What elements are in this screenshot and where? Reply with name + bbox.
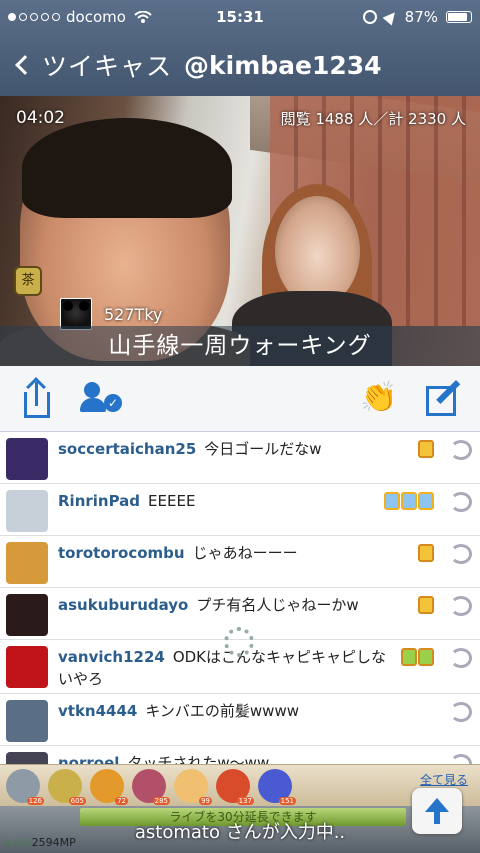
level-badges — [418, 596, 434, 614]
reply-icon[interactable] — [450, 754, 472, 764]
reply-icon[interactable] — [450, 702, 472, 722]
daruma-gift-icon[interactable]: 137 — [216, 768, 254, 805]
see-all-link[interactable]: 全て見る — [420, 771, 468, 788]
scroll-top-button[interactable] — [412, 788, 462, 834]
broadcaster-name: 527Tky — [104, 304, 163, 324]
comment-username[interactable]: norroel — [58, 754, 119, 764]
comment-body: vtkn4444 キンバエの前髪wwww — [58, 700, 388, 722]
badge-icon — [384, 492, 400, 510]
badge-icon — [401, 648, 417, 666]
video-person-1-hair — [22, 118, 232, 218]
view-count: 閲覧 1488 人／計 2330 人 — [280, 110, 466, 128]
video-person-2-face — [275, 196, 360, 306]
badge-icon — [418, 544, 434, 562]
share-button[interactable] — [22, 377, 52, 418]
user-check-icon — [84, 382, 100, 398]
level-badges — [384, 492, 434, 510]
comment-username[interactable]: soccertaichan25 — [58, 440, 196, 458]
comment-username[interactable]: asukuburudayo — [58, 596, 188, 614]
comment-body: torotorocombu じゃあねーーー — [58, 542, 388, 564]
comment-avatar[interactable] — [6, 438, 48, 480]
clap-icon: 👏 — [360, 380, 398, 415]
star-icon: ☆☆☆ — [2, 836, 32, 849]
elapsed-time: 04:02 — [16, 108, 65, 128]
gift-count: 99 — [199, 796, 212, 805]
tea-gift-icon[interactable]: 茶 — [14, 266, 42, 296]
comment-username[interactable]: RinrinPad — [58, 492, 140, 510]
badge-icon — [418, 596, 434, 614]
battery-icon — [446, 11, 472, 23]
video-player[interactable]: 04:02 閲覧 1488 人／計 2330 人 茶 527Tky 山手線一周ウ… — [0, 96, 480, 366]
gift-count: 72 — [115, 796, 128, 805]
comment-avatar[interactable] — [6, 490, 48, 532]
cupcake-gift-icon[interactable]: 285 — [132, 768, 170, 805]
reply-icon[interactable] — [450, 596, 472, 616]
app: docomo 15:31 87% ツイキャス @kimbae1234 04:02… — [0, 0, 480, 853]
comment-row[interactable]: vtkn4444 キンバエの前髪wwww — [0, 694, 480, 746]
comment-text: じゃあねーーー — [192, 544, 298, 562]
comment-body: vanvich1224 ODKはこんなキャピキャピしないやろ — [58, 646, 388, 690]
comment-body: soccertaichan25 今日ゴールだなw — [58, 438, 388, 460]
mp-points: ☆☆☆2594MP — [2, 836, 76, 849]
coin-gift-icon[interactable]: 126 — [6, 768, 44, 805]
comment-row[interactable]: soccertaichan25 今日ゴールだなw — [0, 432, 480, 484]
comment-list[interactable]: soccertaichan25 今日ゴールだなw RinrinPad EEEEE tor… — [0, 432, 480, 764]
level-badges — [418, 440, 434, 458]
reply-icon[interactable] — [450, 544, 472, 564]
comment-row[interactable]: RinrinPad EEEEE — [0, 484, 480, 536]
comment-avatar[interactable] — [6, 542, 48, 584]
follow-button[interactable]: ✓ — [80, 380, 124, 416]
comment-avatar[interactable] — [6, 700, 48, 742]
live-title: 山手線一周ウォーキング — [0, 326, 480, 366]
page-title: @kimbae1234 — [184, 50, 382, 80]
gift-count: 137 — [236, 796, 254, 805]
comment-text: プチ有名人じゃねーかw — [196, 596, 359, 614]
reply-icon[interactable] — [450, 440, 472, 460]
top-bar: docomo 15:31 87% ツイキャス @kimbae1234 — [0, 0, 480, 96]
comment-body: asukuburudayo プチ有名人じゃねーかw — [58, 594, 388, 616]
gift-count: 285 — [152, 796, 170, 805]
badge-icon — [418, 492, 434, 510]
comment-text: タッチされたw～ww — [127, 754, 270, 764]
status-bar: docomo 15:31 87% — [0, 0, 480, 34]
reply-icon[interactable] — [450, 648, 472, 668]
cracker-gift-icon[interactable]: 72 — [90, 768, 128, 805]
comment-avatar[interactable] — [6, 646, 48, 688]
mp-value: 2594MP — [31, 836, 76, 849]
comment-text: 今日ゴールだなw — [204, 440, 322, 458]
badge-icon — [401, 492, 417, 510]
comment-username[interactable]: vanvich1224 — [58, 648, 165, 666]
firework-gift-icon[interactable]: 151 — [258, 768, 296, 805]
comment-username[interactable]: torotorocombu — [58, 544, 185, 562]
comment-text: キンバエの前髪wwww — [145, 702, 299, 720]
clock: 15:31 — [216, 8, 264, 26]
back-button[interactable]: ツイキャス — [12, 47, 172, 83]
comment-row[interactable]: norroel タッチされたw～ww — [0, 746, 480, 764]
comment-compose-button[interactable] — [426, 380, 462, 416]
comment-text: EEEEE — [148, 492, 196, 510]
clap-button[interactable]: 👏 — [360, 380, 398, 416]
clap-gift-icon[interactable]: 99 — [174, 768, 212, 805]
comment-body: RinrinPad EEEEE — [58, 490, 388, 512]
action-toolbar: ✓ 👏 — [0, 366, 480, 432]
level-badges — [401, 648, 434, 666]
back-label: ツイキャス — [42, 52, 173, 81]
badge-icon — [418, 648, 434, 666]
gift-bar: 126 605 72 285 99 137 151 全て見る — [0, 764, 480, 806]
reply-icon[interactable] — [450, 492, 472, 512]
level-badges — [418, 544, 434, 562]
gift-count: 605 — [68, 796, 86, 805]
navigation-bar: ツイキャス @kimbae1234 — [0, 34, 480, 96]
tea-gift-icon[interactable]: 605 — [48, 768, 86, 805]
comment-body: norroel タッチされたw～ww — [58, 752, 388, 764]
badge-icon — [418, 440, 434, 458]
chevron-left-icon — [15, 55, 35, 75]
comment-avatar[interactable] — [6, 594, 48, 636]
gift-count: 126 — [26, 796, 44, 805]
gift-count: 151 — [278, 796, 296, 805]
comment-row[interactable]: torotorocombu じゃあねーーー — [0, 536, 480, 588]
comment-avatar[interactable] — [6, 752, 48, 764]
loading-spinner-icon — [224, 627, 254, 657]
comment-username[interactable]: vtkn4444 — [58, 702, 137, 720]
